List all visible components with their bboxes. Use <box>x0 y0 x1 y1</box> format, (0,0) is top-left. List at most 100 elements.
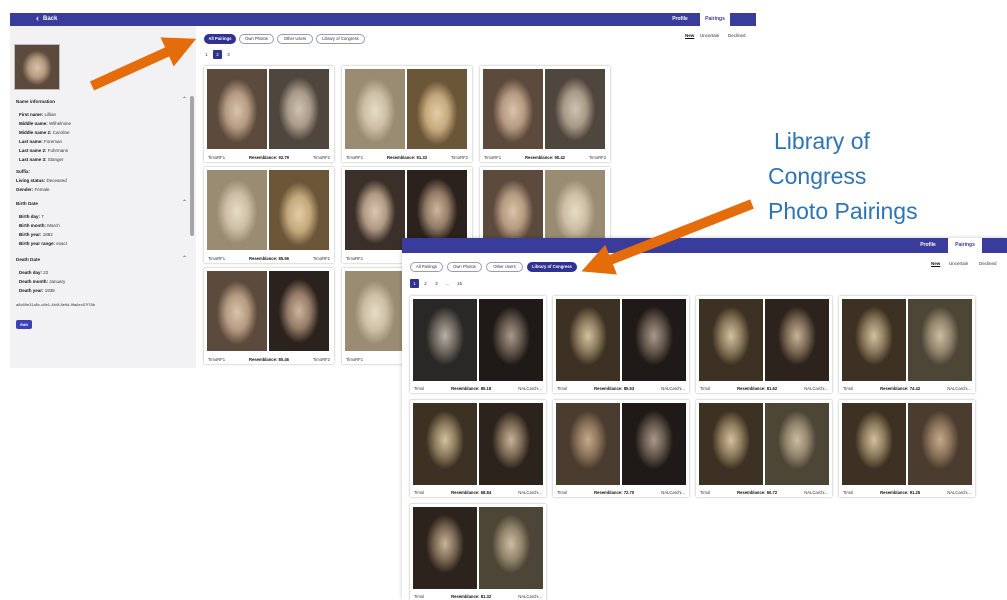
card-resemblance: Resemblance: 81.62 <box>737 386 778 391</box>
tab-pairings[interactable]: Pairings <box>948 238 982 253</box>
field-death-day: Death day: 22 <box>19 270 49 275</box>
card-resemblance: Resemblance: 60.72 <box>737 490 778 495</box>
filter-uncertain[interactable]: Uncertain <box>700 33 719 38</box>
card-right-label: TimoRF2 <box>312 357 330 362</box>
field-first-name: First name: Lillian <box>19 112 57 117</box>
photo-left <box>699 299 763 381</box>
field-death-month: Death month: January <box>19 279 66 284</box>
card-right-label: TimoRF2 <box>588 155 606 160</box>
card-right-label: NALCarchi... <box>947 490 971 495</box>
filter-new[interactable]: New <box>685 33 694 38</box>
card-resemblance: Resemblance: 91.25 <box>880 490 921 495</box>
pairing-card[interactable]: Timol Resemblance: 85.53 NALCarchi... <box>553 296 689 393</box>
field-middle-name-2: Middle name 2: Caroline <box>19 130 70 135</box>
sidebar-scrollbar[interactable] <box>190 96 194 236</box>
photo-right <box>545 69 605 149</box>
photo-right <box>269 69 329 149</box>
pairing-card[interactable]: TimoRF1 Resemblance: 85.56 TimoRF2 <box>204 167 334 263</box>
card-resemblance: Resemblance: 85.56 <box>248 256 290 261</box>
card-resemblance: Resemblance: 85.18 <box>451 386 492 391</box>
pairing-card[interactable]: Timol Resemblance: 81.32 NALCarchi... <box>410 504 546 600</box>
photo-right <box>407 69 467 149</box>
tab-own-photos[interactable]: Own Photos <box>447 262 482 272</box>
pairing-card[interactable]: Timol Resemblance: 85.18 NALCarchi... <box>410 296 546 393</box>
pairing-card[interactable]: Timol Resemblance: 68.84 NALCarchi... <box>410 400 546 497</box>
pairing-card[interactable]: TimoRF1 Resemblance: 91.33 TimoRF2 <box>342 66 472 162</box>
photo-right <box>622 299 686 381</box>
pairing-card[interactable]: Timol Resemblance: 72.70 NALCarchi... <box>553 400 689 497</box>
card-right-label: TimoRF2 <box>312 155 330 160</box>
photo-right <box>908 403 972 485</box>
page-1[interactable]: 1 <box>202 50 211 59</box>
tab-profile[interactable]: Profile <box>914 238 942 253</box>
pairing-card[interactable]: TimoRF1 Resemblance: 92.79 TimoRF2 <box>204 66 334 162</box>
photo-left <box>699 403 763 485</box>
pairing-card[interactable]: TimoRF1 Resemblance: 90.42 TimoRF2 <box>480 66 610 162</box>
page-3[interactable]: 3 <box>432 279 441 288</box>
edit-button[interactable]: Edit <box>16 320 32 329</box>
filter-new[interactable]: New <box>931 261 940 266</box>
page-3[interactable]: 3 <box>224 50 233 59</box>
card-left-label: Timol <box>557 386 568 391</box>
field-living-status: Living status: Deceased <box>16 178 67 183</box>
photo-right <box>269 271 329 351</box>
field-suffix: Suffix: <box>16 169 30 174</box>
card-left-label: Timol <box>700 490 711 495</box>
tab-own-photos[interactable]: Own Photos <box>239 34 274 44</box>
photo-right <box>479 403 543 485</box>
tab-pairings[interactable]: Pairings <box>700 13 730 26</box>
profile-sidebar: Name information ⌃ First name: Lillian M… <box>10 26 196 368</box>
card-left-label: Timol <box>557 490 568 495</box>
card-resemblance: Resemblance: 85.53 <box>594 386 635 391</box>
photo-left <box>842 403 906 485</box>
pairing-card[interactable]: Timol Resemblance: 81.62 NALCarchi... <box>696 296 832 393</box>
photo-left <box>207 271 267 351</box>
tab-library-of-congress[interactable]: Library of Congress <box>316 34 365 44</box>
page-2[interactable]: 2 <box>213 50 222 59</box>
filter-uncertain[interactable]: Uncertain <box>949 261 968 266</box>
pairing-card[interactable]: TimoRF1 Resemblance: 80.46 TimoRF2 <box>204 268 334 364</box>
chevron-up-icon[interactable]: ⌃ <box>182 255 187 262</box>
slide: ‹ Back Profile Pairings Name information… <box>0 0 1007 600</box>
page-2[interactable]: 2 <box>421 279 430 288</box>
photo-right <box>479 299 543 381</box>
tab-profile[interactable]: Profile <box>666 13 694 26</box>
tab-all-pairings[interactable]: All Pairings <box>204 34 236 44</box>
photo-left <box>345 69 405 149</box>
photo-left <box>556 403 620 485</box>
tab-other-users[interactable]: Other Users <box>486 262 523 272</box>
section-name-information: Name information <box>16 99 56 104</box>
pairing-card[interactable]: Timol Resemblance: 74.42 NALCarchi... <box>839 296 975 393</box>
record-id: a8c69e31a5c-c8e1-4b4f-8e9d-9fa6ec57f78b <box>16 302 95 307</box>
pairings-screen-library-of-congress: Profile Pairings All Pairings Own Photos… <box>402 238 1007 600</box>
filter-declined[interactable]: Declined <box>979 261 997 266</box>
card-left-label: Timol <box>414 490 425 495</box>
back-button[interactable]: ‹ Back <box>36 14 57 23</box>
card-left-label: TimoRF1 <box>346 155 364 160</box>
tab-all-pairings[interactable]: All Pairings <box>410 262 443 272</box>
card-resemblance: Resemblance: 91.33 <box>386 155 428 160</box>
pairing-card[interactable]: Timol Resemblance: 91.25 NALCarchi... <box>839 400 975 497</box>
card-left-label: Timol <box>414 386 425 391</box>
card-left-label: Timol <box>700 386 711 391</box>
annotation-line-2: Congress <box>768 163 867 189</box>
page-1[interactable]: 1 <box>410 279 419 288</box>
photo-left <box>207 170 267 250</box>
tab-other-users[interactable]: Other Users <box>277 34 313 44</box>
card-left-label: Timol <box>843 386 854 391</box>
card-resemblance: Resemblance: 81.32 <box>451 594 492 599</box>
top-nav-bar: ‹ Back Profile Pairings <box>10 13 756 26</box>
field-gender: Gender: Female <box>16 187 50 192</box>
card-right-label: NALCarchi... <box>661 490 685 495</box>
photo-right <box>622 403 686 485</box>
field-birth-month: Birth month: March <box>19 223 60 228</box>
tab-library-of-congress[interactable]: Library of Congress <box>527 262 577 272</box>
card-right-label: NALCarchi... <box>947 386 971 391</box>
filter-declined[interactable]: Declined <box>728 33 746 38</box>
page-15[interactable]: 15 <box>455 279 464 288</box>
chevron-up-icon[interactable]: ⌃ <box>182 199 187 206</box>
pairing-card[interactable]: Timol Resemblance: 60.72 NALCarchi... <box>696 400 832 497</box>
card-left-label: Timol <box>843 490 854 495</box>
chevron-up-icon[interactable]: ⌃ <box>182 96 187 103</box>
card-right-label: NALCarchi... <box>518 594 542 599</box>
